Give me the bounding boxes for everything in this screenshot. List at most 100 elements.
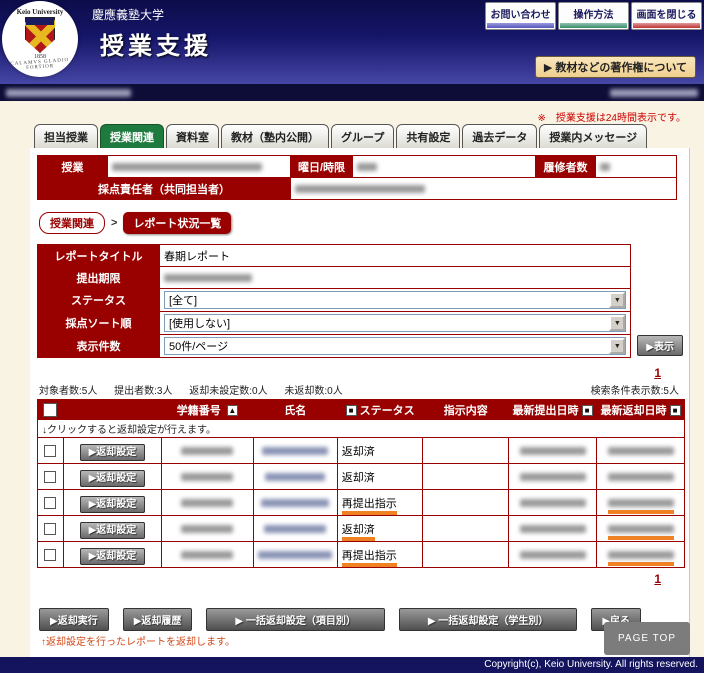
tab-class-related[interactable]: 授業関連 bbox=[100, 124, 164, 148]
pagination-top: 1 bbox=[35, 366, 683, 380]
return-unset-count: 返却未設定数:0人 bbox=[189, 386, 267, 397]
page-top-button[interactable]: PAGE TOP bbox=[604, 622, 690, 655]
stats-counts: 対象者数:5人 提出者数:3人 返却未設定数:0人 未返却数:0人 bbox=[39, 382, 357, 397]
status-filter-select[interactable]: [全て] ▼ bbox=[164, 291, 626, 309]
status-header: ステータス bbox=[337, 400, 423, 420]
sort-toggle-icon[interactable] bbox=[582, 405, 593, 416]
select-all-checkbox[interactable] bbox=[44, 404, 56, 416]
latest-return-cell bbox=[597, 542, 685, 568]
instruction-cell bbox=[423, 464, 509, 490]
latest-return-cell bbox=[597, 516, 685, 542]
student-id-cell bbox=[161, 516, 253, 542]
execute-return-button[interactable]: ▶返却実行 bbox=[39, 608, 109, 631]
tab-past-data[interactable]: 過去データ bbox=[462, 124, 537, 148]
submitted-count: 提出者数:3人 bbox=[114, 386, 172, 397]
deadline-label: 提出期限 bbox=[38, 267, 160, 289]
dropdown-arrow-icon[interactable]: ▼ bbox=[609, 315, 625, 331]
tab-bar: 担当授業 授業関連 資料室 教材（塾内公開） グループ 共有設定 過去データ 授… bbox=[34, 125, 704, 148]
name-header: 氏名 bbox=[253, 400, 337, 420]
enrolled-cell bbox=[596, 156, 677, 178]
row-checkbox[interactable] bbox=[44, 497, 56, 509]
status-filter-label: ステータス bbox=[38, 289, 160, 312]
status-cell: 返却済 bbox=[337, 438, 423, 464]
breadcrumb-report-status-list: レポート状況一覧 bbox=[123, 212, 231, 234]
user-name-redacted bbox=[6, 89, 131, 97]
return-setting-button[interactable]: ▶返却設定 bbox=[80, 522, 146, 539]
page-1-link[interactable]: 1 bbox=[654, 366, 661, 380]
class-label: 授業 bbox=[38, 156, 108, 178]
report-title-value: 春期レポート bbox=[160, 245, 631, 267]
search-result-count: 検索条件表示数:5人 bbox=[591, 382, 679, 397]
tab-group[interactable]: グループ bbox=[331, 124, 394, 148]
content-panel: 授業 曜日/時限 履修者数 採点責任者（共同担当者） 授業関連 > レポート状況… bbox=[30, 148, 690, 658]
contact-button[interactable]: お問い合わせ bbox=[485, 2, 556, 30]
bulk-return-by-student-button[interactable]: ▶ 一括返却設定（学生別） bbox=[399, 608, 577, 631]
bulk-return-by-item-button[interactable]: ▶ 一括返却設定（項目別） bbox=[206, 608, 384, 631]
sort-toggle-icon[interactable] bbox=[346, 405, 357, 416]
dropdown-arrow-icon[interactable]: ▼ bbox=[609, 338, 625, 354]
status-cell: 再提出指示 bbox=[337, 542, 423, 568]
latest-submit-cell bbox=[509, 464, 597, 490]
action-buttons: ▶返却実行 ▶返却履歴 ▶ 一括返却設定（項目別） ▶ 一括返却設定（学生別） … bbox=[39, 608, 683, 631]
return-setting-button[interactable]: ▶返却設定 bbox=[80, 470, 146, 487]
latest-submit-cell bbox=[509, 438, 597, 464]
student-name-link[interactable] bbox=[253, 542, 337, 568]
latest-return-cell bbox=[597, 438, 685, 464]
status-cell: 再提出指示 bbox=[337, 490, 423, 516]
materials-copyright-button[interactable]: ▶ 教材などの著作権について bbox=[535, 56, 696, 78]
table-row: ▶返却設定 再提出指示 bbox=[38, 542, 685, 568]
student-name-link[interactable] bbox=[253, 516, 337, 542]
sort-asc-icon[interactable]: ▲ bbox=[227, 405, 238, 416]
page-size-value: 50件/ページ bbox=[169, 338, 228, 354]
latest-submit-header: 最新提出日時 bbox=[509, 400, 597, 420]
tab-assigned-classes[interactable]: 担当授業 bbox=[34, 124, 98, 148]
latest-return-header: 最新返却日時 bbox=[597, 400, 685, 420]
breadcrumb-class-related[interactable]: 授業関連 bbox=[39, 212, 105, 234]
select-all-header bbox=[38, 400, 64, 420]
row-checkbox[interactable] bbox=[44, 549, 56, 561]
day-period-cell bbox=[353, 156, 536, 178]
student-name-link[interactable] bbox=[253, 438, 337, 464]
row-checkbox[interactable] bbox=[44, 471, 56, 483]
deadline-value-redacted bbox=[160, 267, 631, 289]
return-setting-button[interactable]: ▶返却設定 bbox=[80, 548, 146, 565]
app-title: 授業支援 bbox=[100, 26, 212, 61]
instruction-cell bbox=[423, 542, 509, 568]
keio-shield-icon bbox=[25, 17, 55, 53]
table-row: ▶返却設定 返却済 bbox=[38, 438, 685, 464]
page-1-link[interactable]: 1 bbox=[654, 572, 661, 586]
tab-share-settings[interactable]: 共有設定 bbox=[396, 124, 460, 148]
header-buttons: お問い合わせ 操作方法 画面を閉じる bbox=[485, 2, 702, 30]
return-setting-button[interactable]: ▶返却設定 bbox=[80, 444, 146, 461]
24h-notice: ※ 授業支援は24時間表示です。 bbox=[0, 101, 704, 125]
instruction-header: 指示内容 bbox=[423, 400, 509, 420]
university-name: 慶應義塾大学 bbox=[92, 6, 164, 23]
dropdown-arrow-icon[interactable]: ▼ bbox=[609, 292, 625, 308]
target-count: 対象者数:5人 bbox=[39, 386, 97, 397]
breadcrumb-separator: > bbox=[111, 217, 117, 229]
tab-library[interactable]: 資料室 bbox=[166, 124, 219, 148]
user-bar bbox=[0, 84, 704, 101]
sort-toggle-icon[interactable] bbox=[670, 405, 681, 416]
tab-class-messages[interactable]: 授業内メッセージ bbox=[539, 124, 647, 148]
latest-return-cell bbox=[597, 464, 685, 490]
student-id-cell bbox=[161, 464, 253, 490]
display-button[interactable]: ▶表示 bbox=[637, 335, 683, 356]
student-name-link[interactable] bbox=[253, 464, 337, 490]
page-size-select[interactable]: 50件/ページ ▼ bbox=[164, 337, 626, 355]
return-setting-button[interactable]: ▶返却設定 bbox=[80, 496, 146, 513]
instruction-cell bbox=[423, 438, 509, 464]
help-button[interactable]: 操作方法 bbox=[558, 2, 629, 30]
student-name-link[interactable] bbox=[253, 490, 337, 516]
grader-cell bbox=[291, 178, 677, 200]
student-id-cell bbox=[161, 542, 253, 568]
table-row: ▶返却設定 再提出指示 bbox=[38, 490, 685, 516]
tab-materials[interactable]: 教材（塾内公開） bbox=[221, 124, 329, 148]
row-checkbox[interactable] bbox=[44, 445, 56, 457]
return-history-button[interactable]: ▶返却履歴 bbox=[123, 608, 193, 631]
close-screen-button[interactable]: 画面を閉じる bbox=[631, 2, 702, 30]
return-setting-header bbox=[63, 400, 161, 420]
grader-label: 採点責任者（共同担当者） bbox=[38, 178, 291, 200]
sort-order-select[interactable]: [使用しない] ▼ bbox=[164, 314, 626, 332]
row-checkbox[interactable] bbox=[44, 523, 56, 535]
